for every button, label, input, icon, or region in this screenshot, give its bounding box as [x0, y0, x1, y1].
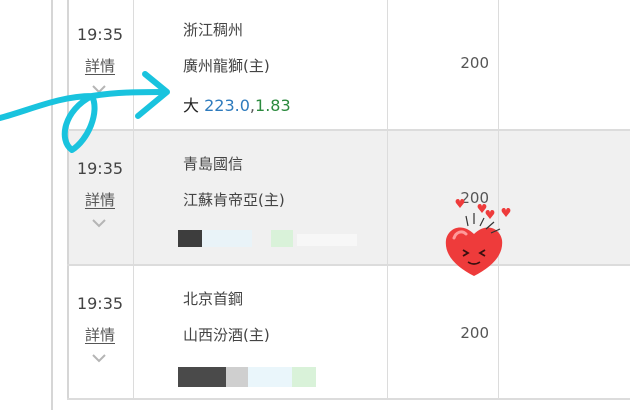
match-table: 19:35 詳情 浙江稠州 廣州龍獅(主) 大 223.0,1.83 200 1… — [67, 0, 630, 410]
team-away: 浙江稠州 — [183, 21, 244, 39]
blur-block — [271, 230, 293, 247]
match-row-3[interactable]: 19:35 詳情 北京首鋼 山西汾酒(主) 200 — [67, 266, 630, 400]
match-time: 19:35 — [76, 25, 124, 44]
chevron-down-icon[interactable] — [91, 83, 107, 95]
detail-link[interactable]: 詳情 — [67, 189, 133, 210]
bet-value: 200 — [460, 54, 489, 72]
team-away: 北京首鋼 — [183, 290, 244, 308]
match-time: 19:35 — [76, 159, 124, 178]
team-home: 山西汾酒(主) — [183, 326, 270, 344]
col-divider — [498, 0, 499, 129]
team-home: 廣州龍獅(主) — [183, 57, 270, 75]
chevron-down-icon[interactable] — [91, 352, 107, 364]
bet-value: 200 — [460, 324, 489, 342]
blur-block — [248, 367, 292, 387]
blur-block — [178, 367, 226, 387]
detail-link-label[interactable]: 詳情 — [85, 191, 115, 209]
odds-line[interactable]: 大 223.0,1.83 — [183, 92, 291, 116]
team-home: 江蘇肯帝亞(主) — [183, 191, 285, 209]
col-divider — [133, 0, 134, 129]
odds-total: 223.0 — [204, 96, 250, 115]
odds-price: 1.83 — [255, 96, 291, 115]
match-time: 19:35 — [76, 294, 124, 313]
col-divider — [133, 266, 134, 398]
blur-block — [178, 230, 202, 247]
detail-link[interactable]: 詳情 — [67, 55, 133, 76]
team-away: 青島國信 — [183, 155, 244, 173]
match-row-2[interactable]: 19:35 詳情 青島國信 江蘇肯帝亞(主) 200 — [67, 131, 630, 266]
blur-block — [202, 230, 252, 247]
chevron-down-icon[interactable] — [91, 217, 107, 229]
page-left-border — [51, 0, 53, 410]
col-divider — [133, 131, 134, 264]
detail-link[interactable]: 詳情 — [67, 324, 133, 345]
odds-type: 大 — [183, 96, 200, 115]
detail-link-label[interactable]: 詳情 — [85, 57, 115, 75]
bet-value: 200 — [460, 189, 489, 207]
col-divider — [498, 266, 499, 398]
detail-link-label[interactable]: 詳情 — [85, 326, 115, 344]
blur-block — [292, 367, 316, 387]
blur-block — [297, 234, 357, 246]
match-row-1[interactable]: 19:35 詳情 浙江稠州 廣州龍獅(主) 大 223.0,1.83 200 — [67, 0, 630, 131]
blur-block — [226, 367, 248, 387]
col-divider — [498, 131, 499, 264]
